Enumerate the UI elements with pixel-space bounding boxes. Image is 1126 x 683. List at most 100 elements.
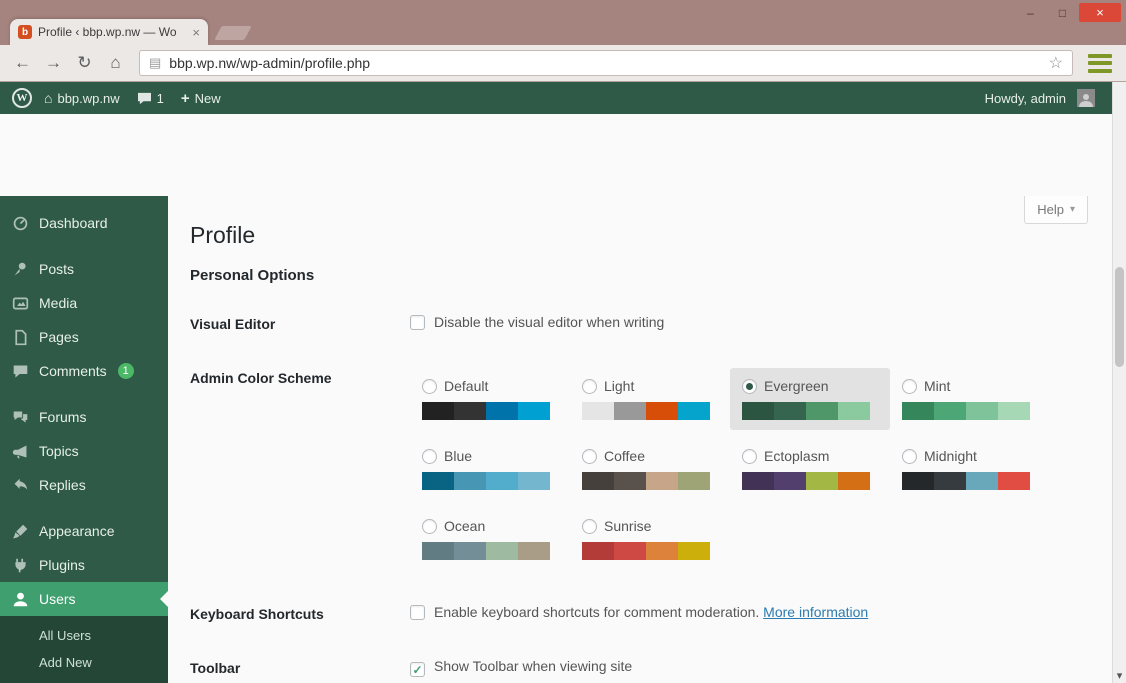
personal-options-heading: Personal Options — [190, 267, 315, 284]
color-scheme-option-ectoplasm[interactable]: Ectoplasm — [730, 438, 890, 500]
vertical-scrollbar[interactable]: ▾ — [1112, 82, 1126, 683]
new-label: New — [194, 90, 221, 106]
profile-content: Help ▾ Profile Personal Options Visual E… — [168, 196, 1112, 683]
avatar — [1077, 89, 1095, 107]
color-swatch — [742, 402, 774, 420]
visual-editor-label: Visual Editor — [190, 316, 276, 332]
color-scheme-option-midnight[interactable]: Midnight — [890, 438, 1050, 500]
bullhorn-icon — [10, 441, 30, 461]
browser-window: b Profile ‹ bbp.wp.nw — Wo × – □ × ← → ↻… — [0, 0, 1126, 683]
submenu-item-all-users[interactable]: All Users — [0, 622, 168, 649]
browser-tab[interactable]: b Profile ‹ bbp.wp.nw — Wo × — [10, 19, 208, 45]
color-swatch — [614, 542, 646, 560]
color-swatch — [678, 472, 710, 490]
sidebar-item-comments[interactable]: Comments 1 — [0, 354, 168, 388]
color-scheme-option-coffee[interactable]: Coffee — [570, 438, 730, 500]
blue-palette — [422, 472, 550, 490]
bookmark-star-icon[interactable]: ☆ — [1049, 53, 1063, 73]
home-icon[interactable]: ⌂ — [101, 49, 130, 77]
sidebar-item-users[interactable]: Users — [0, 582, 168, 616]
url-text[interactable]: bbp.wp.nw/wp-admin/profile.php — [169, 55, 1040, 71]
sidebar-item-appearance[interactable]: Appearance — [0, 514, 168, 548]
sidebar-item-dashboard[interactable]: Dashboard — [0, 206, 168, 240]
tab-close-icon[interactable]: × — [192, 25, 200, 40]
color-scheme-option-sunrise[interactable]: Sunrise — [570, 508, 730, 570]
scheme-name: Mint — [924, 378, 951, 394]
color-scheme-option-default[interactable]: Default — [410, 368, 570, 430]
forward-icon[interactable]: → — [39, 49, 68, 77]
sunrise-radio[interactable] — [582, 519, 597, 534]
site-name-label: bbp.wp.nw — [57, 90, 120, 106]
address-bar[interactable]: ▤ bbp.wp.nw/wp-admin/profile.php ☆ — [139, 50, 1073, 76]
new-tab-button[interactable] — [214, 26, 252, 40]
mint-radio[interactable] — [902, 379, 917, 394]
comments-count-badge: 1 — [117, 363, 134, 379]
keyboard-shortcuts-checkbox[interactable] — [410, 605, 425, 620]
ocean-radio[interactable] — [422, 519, 437, 534]
reply-icon — [10, 475, 30, 495]
color-swatch — [774, 472, 806, 490]
visual-editor-row: Visual Editor Disable the visual editor … — [190, 314, 1112, 332]
sidebar-item-label: Comments — [39, 363, 107, 379]
ectoplasm-radio[interactable] — [742, 449, 757, 464]
sidebar-item-label: Dashboard — [39, 215, 108, 231]
sidebar-item-label: Media — [39, 295, 78, 311]
refresh-icon[interactable]: ↻ — [70, 49, 99, 77]
sidebar-item-label: Topics — [39, 443, 79, 459]
submenu-item-your-profile[interactable]: Your Profile — [0, 676, 168, 683]
toolbar-checkbox[interactable] — [410, 662, 425, 677]
minimize-button[interactable]: – — [1015, 3, 1046, 22]
sidebar-item-plugins[interactable]: Plugins — [0, 548, 168, 582]
sidebar-item-pages[interactable]: Pages — [0, 320, 168, 354]
color-scheme-option-blue[interactable]: Blue — [410, 438, 570, 500]
adminbar-account-menu[interactable]: Howdy, admin — [980, 82, 1100, 114]
sidebar-item-topics[interactable]: Topics — [0, 434, 168, 468]
color-swatch — [486, 472, 518, 490]
sidebar-item-forums[interactable]: Forums — [0, 400, 168, 434]
midnight-radio[interactable] — [902, 449, 917, 464]
coffee-radio[interactable] — [582, 449, 597, 464]
visual-editor-checkbox[interactable] — [410, 315, 425, 330]
comments-bubble-icon — [137, 92, 151, 104]
scrollbar-down-arrow-icon[interactable]: ▾ — [1113, 669, 1126, 682]
keyboard-shortcuts-label: Keyboard Shortcuts — [190, 606, 324, 622]
color-scheme-option-evergreen[interactable]: Evergreen — [730, 368, 890, 430]
light-radio[interactable] — [582, 379, 597, 394]
adminbar-comments[interactable]: 1 — [132, 82, 169, 114]
adminbar-site-name[interactable]: ⌂ bbp.wp.nw — [39, 82, 125, 114]
plus-icon: + — [180, 89, 190, 107]
maximize-button[interactable]: □ — [1047, 3, 1078, 22]
scheme-name: Midnight — [924, 448, 977, 464]
back-icon[interactable]: ← — [8, 49, 37, 77]
wordpress-logo-icon[interactable]: W — [12, 88, 32, 108]
sunrise-palette — [582, 542, 710, 560]
scrollbar-thumb[interactable] — [1115, 267, 1124, 367]
titlebar[interactable]: b Profile ‹ bbp.wp.nw — Wo × – □ × — [0, 0, 1126, 45]
evergreen-radio[interactable] — [742, 379, 757, 394]
help-dropdown-button[interactable]: Help ▾ — [1024, 196, 1088, 224]
color-swatch — [422, 542, 454, 560]
color-scheme-option-ocean[interactable]: Ocean — [410, 508, 570, 570]
submenu-item-add-new[interactable]: Add New — [0, 649, 168, 676]
scheme-name: Blue — [444, 448, 473, 464]
sidebar-item-label: Forums — [39, 409, 87, 425]
help-label: Help — [1037, 202, 1064, 217]
default-radio[interactable] — [422, 379, 437, 394]
mint-palette — [902, 402, 1030, 420]
more-information-link[interactable]: More information — [763, 604, 868, 620]
adminbar-new-button[interactable]: + New — [176, 82, 226, 114]
color-scheme-option-light[interactable]: Light — [570, 368, 730, 430]
sidebar-item-replies[interactable]: Replies — [0, 468, 168, 502]
chrome-menu-icon[interactable] — [1088, 53, 1112, 73]
sidebar-item-label: Plugins — [39, 557, 85, 573]
scheme-name: Coffee — [604, 448, 645, 464]
color-scheme-option-mint[interactable]: Mint — [890, 368, 1050, 430]
tab-title: Profile ‹ bbp.wp.nw — Wo — [38, 25, 177, 39]
sidebar-item-media[interactable]: Media — [0, 286, 168, 320]
close-button[interactable]: × — [1079, 3, 1121, 22]
sidebar-item-label: Posts — [39, 261, 75, 277]
color-swatch — [486, 542, 518, 560]
sidebar-item-posts[interactable]: Posts — [0, 252, 168, 286]
browser-toolbar: ← → ↻ ⌂ ▤ bbp.wp.nw/wp-admin/profile.php… — [0, 45, 1126, 82]
blue-radio[interactable] — [422, 449, 437, 464]
